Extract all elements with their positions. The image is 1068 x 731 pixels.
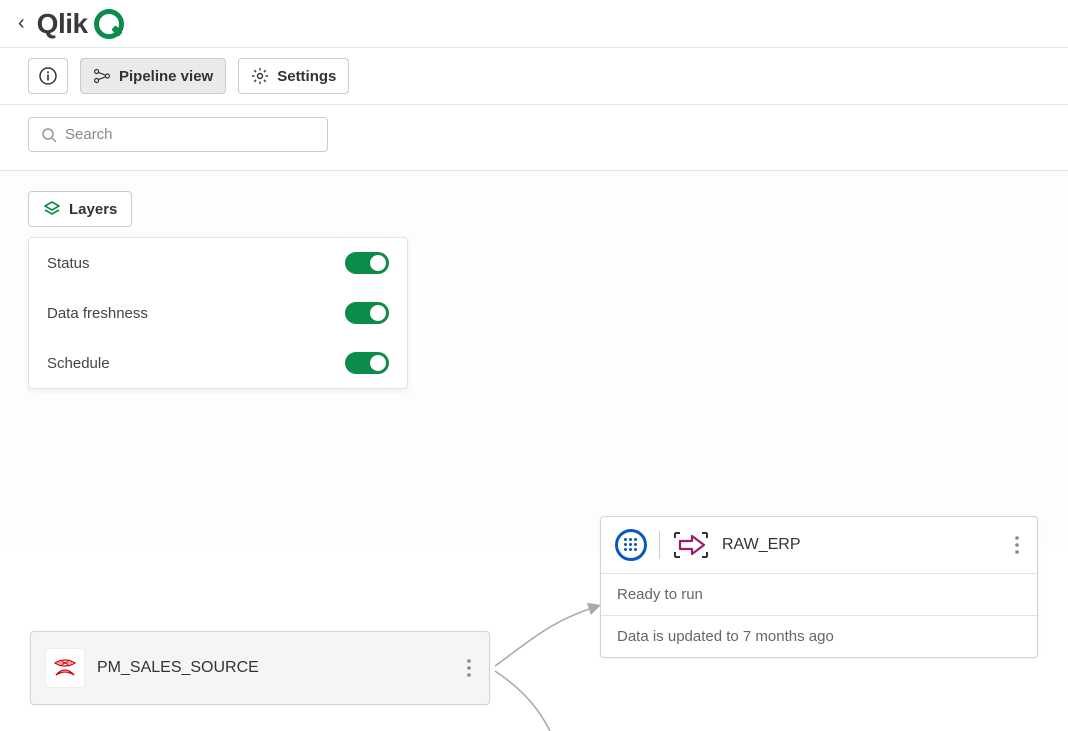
info-button[interactable] xyxy=(28,58,68,94)
layer-row-schedule: Schedule xyxy=(29,338,407,388)
node-target[interactable]: RAW_ERP Ready to run Data is updated to … xyxy=(600,516,1038,658)
connector-arrow xyxy=(490,571,605,731)
layers-icon xyxy=(43,200,61,218)
node-header: PM_SALES_SOURCE xyxy=(31,632,489,704)
node-menu-icon[interactable] xyxy=(463,659,475,677)
settings-button[interactable]: Settings xyxy=(238,58,349,94)
layer-label: Status xyxy=(47,255,90,272)
pipeline-icon xyxy=(93,67,111,85)
list-icon xyxy=(615,529,647,561)
layer-row-freshness: Data freshness xyxy=(29,288,407,338)
gear-icon xyxy=(251,67,269,85)
toggle-schedule[interactable] xyxy=(345,352,389,374)
search-box[interactable] xyxy=(28,117,328,152)
search-row xyxy=(0,105,1068,171)
node-title: PM_SALES_SOURCE xyxy=(97,659,451,677)
layer-label: Data freshness xyxy=(47,305,148,322)
header-bar: ‹ Qlik xyxy=(0,0,1068,48)
node-source[interactable]: PM_SALES_SOURCE xyxy=(30,631,490,705)
toolbar: Pipeline view Settings xyxy=(0,48,1068,105)
search-icon xyxy=(41,127,57,143)
pipeline-view-label: Pipeline view xyxy=(119,68,213,85)
layer-row-status: Status xyxy=(29,238,407,288)
sqlserver-icon xyxy=(45,648,85,688)
brand-logo[interactable]: Qlik xyxy=(37,8,124,40)
info-icon xyxy=(39,67,57,85)
settings-label: Settings xyxy=(277,68,336,85)
layers-button[interactable]: Layers xyxy=(28,191,132,227)
brand-text: Qlik xyxy=(37,8,88,40)
brand-mark-icon xyxy=(94,9,124,39)
layers-label: Layers xyxy=(69,201,117,218)
separator xyxy=(659,531,660,559)
node-status: Ready to run xyxy=(601,574,1037,615)
back-chevron-icon[interactable]: ‹ xyxy=(18,12,25,35)
node-freshness: Data is updated to 7 months ago xyxy=(601,616,1037,657)
search-input[interactable] xyxy=(65,126,315,143)
layer-label: Schedule xyxy=(47,355,110,372)
pipeline-view-button[interactable]: Pipeline view xyxy=(80,58,226,94)
toggle-freshness[interactable] xyxy=(345,302,389,324)
pipeline-canvas: Layers Status Data freshness Schedule PM… xyxy=(0,171,1068,551)
node-menu-icon[interactable] xyxy=(1011,536,1023,554)
toggle-status[interactable] xyxy=(345,252,389,274)
landing-arrow-icon xyxy=(672,529,710,561)
node-title: RAW_ERP xyxy=(722,536,999,554)
layers-panel: Status Data freshness Schedule xyxy=(28,237,408,389)
